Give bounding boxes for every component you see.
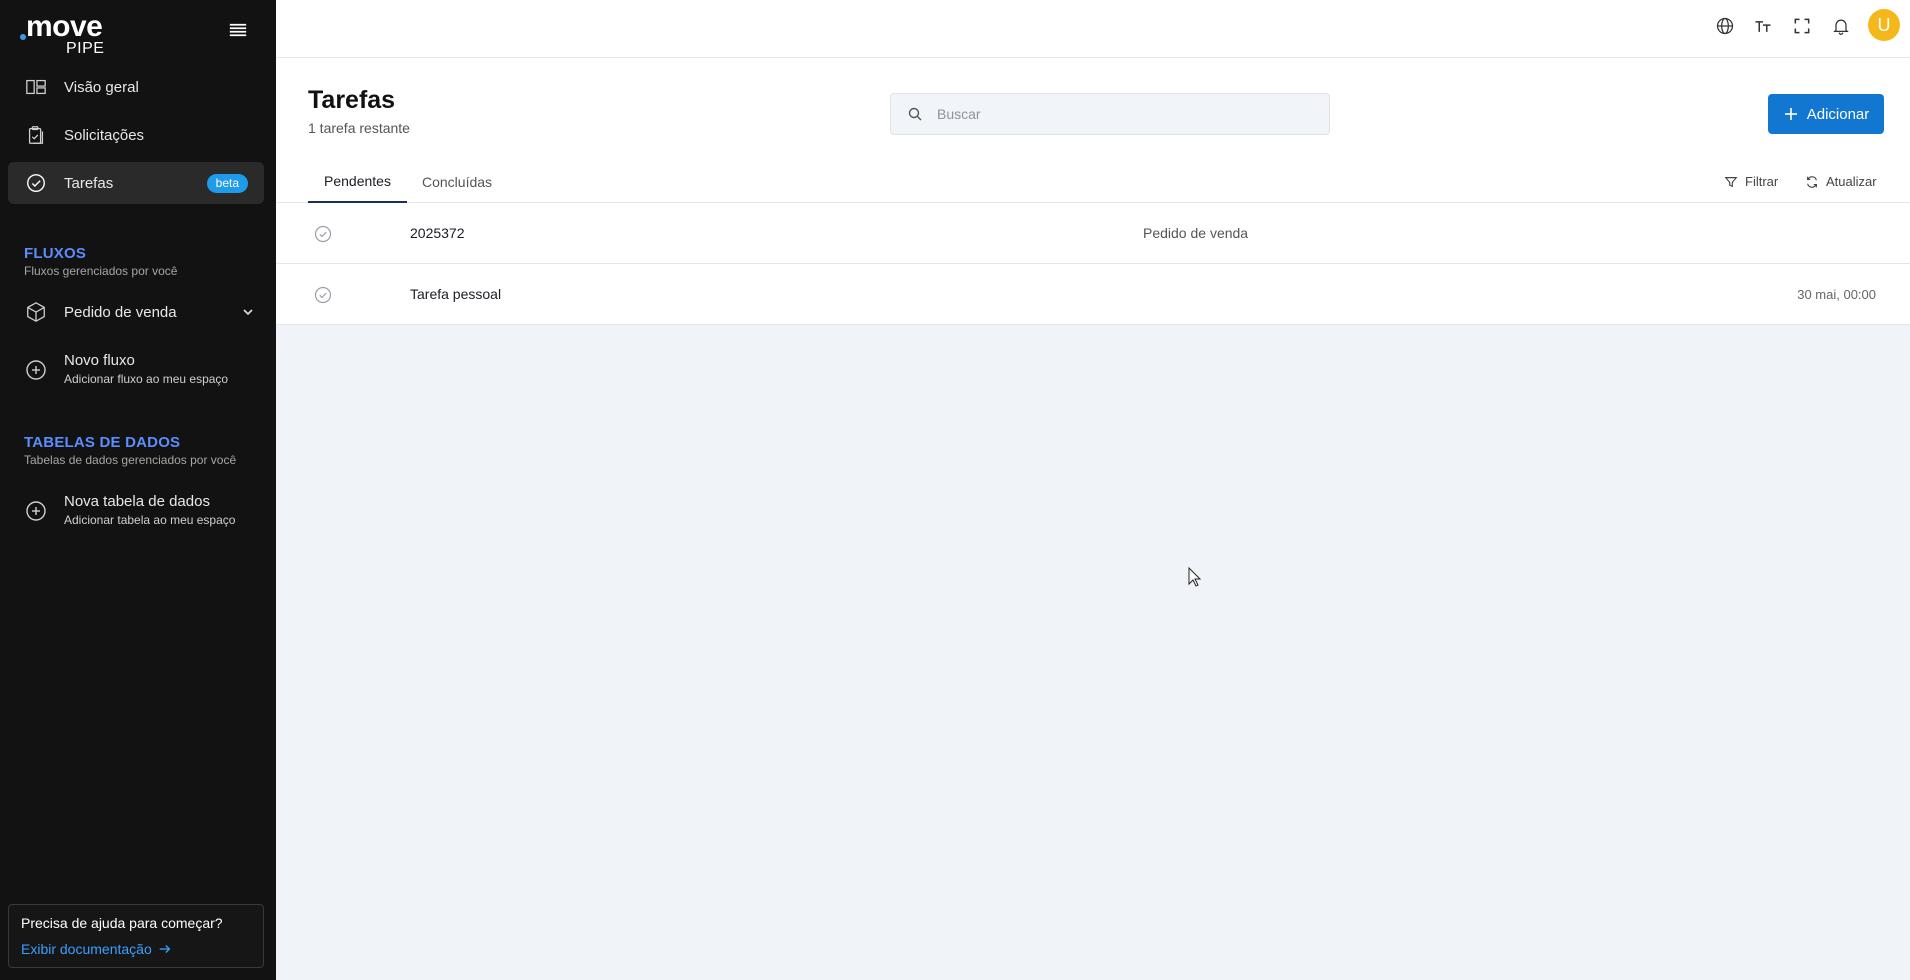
filter-button[interactable]: Filtrar xyxy=(1724,160,1778,203)
refresh-button[interactable]: Atualizar xyxy=(1805,160,1877,203)
refresh-icon xyxy=(1807,175,1817,188)
documentation-link[interactable]: Exibir documentação xyxy=(21,941,172,957)
sidebar-item-solicitacoes[interactable]: Solicitações xyxy=(8,114,264,156)
refresh-label: Atualizar xyxy=(1826,174,1877,189)
new-flow-title: Novo fluxo xyxy=(64,352,135,369)
search-box[interactable] xyxy=(890,93,1330,135)
tab-pendentes[interactable]: Pendentes xyxy=(308,160,407,203)
task-date: 30 mai, 00:00 xyxy=(1797,287,1876,302)
cube-icon xyxy=(24,300,48,324)
clipboard-icon xyxy=(24,123,48,147)
sidebar: move PIPE Visão geral Solicitações Taref… xyxy=(0,0,276,980)
filter-icon xyxy=(1724,176,1738,187)
bell-icon xyxy=(1833,19,1849,35)
sidebar-item-pedido-de-venda[interactable]: Pedido de venda xyxy=(8,291,264,333)
task-flow: Pedido de venda xyxy=(1143,225,1249,241)
sidebar-item-label: Tarefas xyxy=(64,174,114,192)
page-title: Tarefas xyxy=(308,86,396,114)
content-header: Tarefas 1 tarefa restante Adicionar Pend… xyxy=(276,58,1910,203)
menu-toggle-button[interactable] xyxy=(224,16,252,44)
fullscreen-icon xyxy=(1794,18,1810,34)
documentation-link-label: Exibir documentação xyxy=(21,941,152,957)
language-button[interactable] xyxy=(1713,14,1737,38)
new-table-button[interactable]: Nova tabela de dados Adicionar tabela ao… xyxy=(8,489,264,535)
dashboard-icon xyxy=(24,75,48,99)
new-flow-desc: Adicionar fluxo ao meu espaço xyxy=(64,372,229,386)
check-circle-icon xyxy=(24,171,48,195)
logo-word: move xyxy=(26,10,103,43)
table-row[interactable]: 2025372 Pedido de venda xyxy=(276,203,1910,264)
fullscreen-button[interactable] xyxy=(1790,14,1814,38)
logo[interactable]: move PIPE xyxy=(20,10,110,57)
text-size-button[interactable] xyxy=(1751,14,1775,38)
add-button[interactable]: Adicionar xyxy=(1768,94,1884,134)
tab-concluidas[interactable]: Concluídas xyxy=(406,160,508,203)
tables-section-subtitle: Tabelas de dados gerenciados por você xyxy=(24,453,237,467)
sidebar-item-tarefas[interactable]: Tarefas beta xyxy=(8,162,264,204)
sidebar-item-visao-geral[interactable]: Visão geral xyxy=(8,66,264,108)
top-bar: U xyxy=(276,0,1910,58)
check-circle-icon[interactable] xyxy=(314,286,332,304)
mouse-cursor-icon xyxy=(1188,567,1202,587)
text-size-icon xyxy=(1755,21,1771,32)
task-name: 2025372 xyxy=(410,225,465,241)
tables-section-title: TABELAS DE DADOS xyxy=(24,434,181,451)
arrow-right-icon xyxy=(159,945,171,953)
help-box: Precisa de ajuda para começar? Exibir do… xyxy=(8,904,264,968)
add-button-label: Adicionar xyxy=(1806,105,1870,123)
table-row[interactable]: Tarefa pessoal 30 mai, 00:00 xyxy=(276,264,1910,325)
help-question: Precisa de ajuda para começar? xyxy=(21,915,223,931)
page-subtitle: 1 tarefa restante xyxy=(308,120,410,136)
globe-icon xyxy=(1716,17,1734,35)
hamburger-icon xyxy=(229,23,247,37)
sidebar-item-label: Pedido de venda xyxy=(64,303,177,321)
plus-circle-icon xyxy=(26,360,46,380)
notifications-button[interactable] xyxy=(1829,14,1853,38)
sidebar-item-label: Visão geral xyxy=(64,78,139,96)
task-name: Tarefa pessoal xyxy=(410,286,502,302)
filter-label: Filtrar xyxy=(1745,174,1779,189)
plus-icon xyxy=(1784,108,1797,120)
flows-section-title: FLUXOS xyxy=(24,245,87,262)
search-icon xyxy=(908,107,922,121)
beta-badge: beta xyxy=(206,174,248,193)
check-circle-icon[interactable] xyxy=(314,225,332,243)
chevron-down-icon[interactable] xyxy=(240,304,256,320)
search-input[interactable] xyxy=(937,106,1317,122)
logo-sub: PIPE xyxy=(66,40,105,57)
new-flow-button[interactable]: Novo fluxo Adicionar fluxo ao meu espaço xyxy=(8,348,264,394)
flows-section-subtitle: Fluxos gerenciados por você xyxy=(24,264,178,278)
new-table-title: Nova tabela de dados xyxy=(64,493,210,510)
user-avatar[interactable]: U xyxy=(1868,9,1900,41)
plus-circle-icon xyxy=(26,501,46,521)
new-table-desc: Adicionar tabela ao meu espaço xyxy=(64,513,236,527)
sidebar-item-label: Solicitações xyxy=(64,126,145,144)
